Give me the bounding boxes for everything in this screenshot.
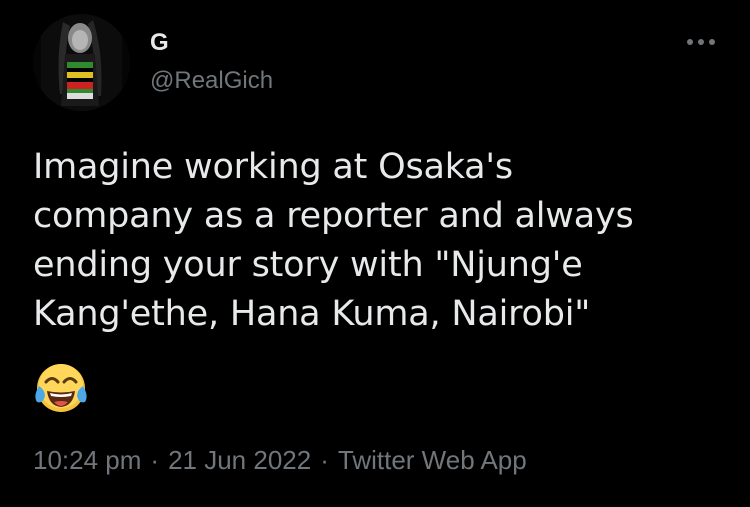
meta-separator: · (320, 445, 329, 475)
tweet-text-line: ending your story with "Njung'e (33, 245, 583, 285)
tears-of-joy-emoji-icon (33, 360, 89, 416)
meta-separator: · (150, 445, 160, 475)
more-options-icon (687, 39, 715, 45)
tweet-time[interactable]: 10:24 pm (33, 440, 141, 480)
more-options-button[interactable] (682, 28, 720, 56)
tweet-text-line: company as a reporter and always (33, 196, 634, 236)
tweet-source[interactable]: Twitter Web App (338, 440, 527, 480)
author-handle[interactable]: @RealGich (150, 66, 273, 96)
tweet-card: G @RealGich Imagine working at Osaka's c… (0, 0, 750, 507)
tweet-text: Imagine working at Osaka's company as a … (33, 143, 723, 339)
tweet-metadata: 10:24 pm · 21 Jun 2022 · Twitter Web App (33, 440, 527, 480)
author-display-name[interactable]: G (150, 28, 169, 58)
tweet-text-line: Imagine working at Osaka's (33, 147, 513, 187)
author-avatar[interactable] (33, 14, 130, 111)
avatar-image (33, 14, 130, 111)
tweet-text-line: Kang'ethe, Hana Kuma, Nairobi" (33, 294, 591, 334)
tweet-date[interactable]: 21 Jun 2022 (168, 440, 311, 480)
